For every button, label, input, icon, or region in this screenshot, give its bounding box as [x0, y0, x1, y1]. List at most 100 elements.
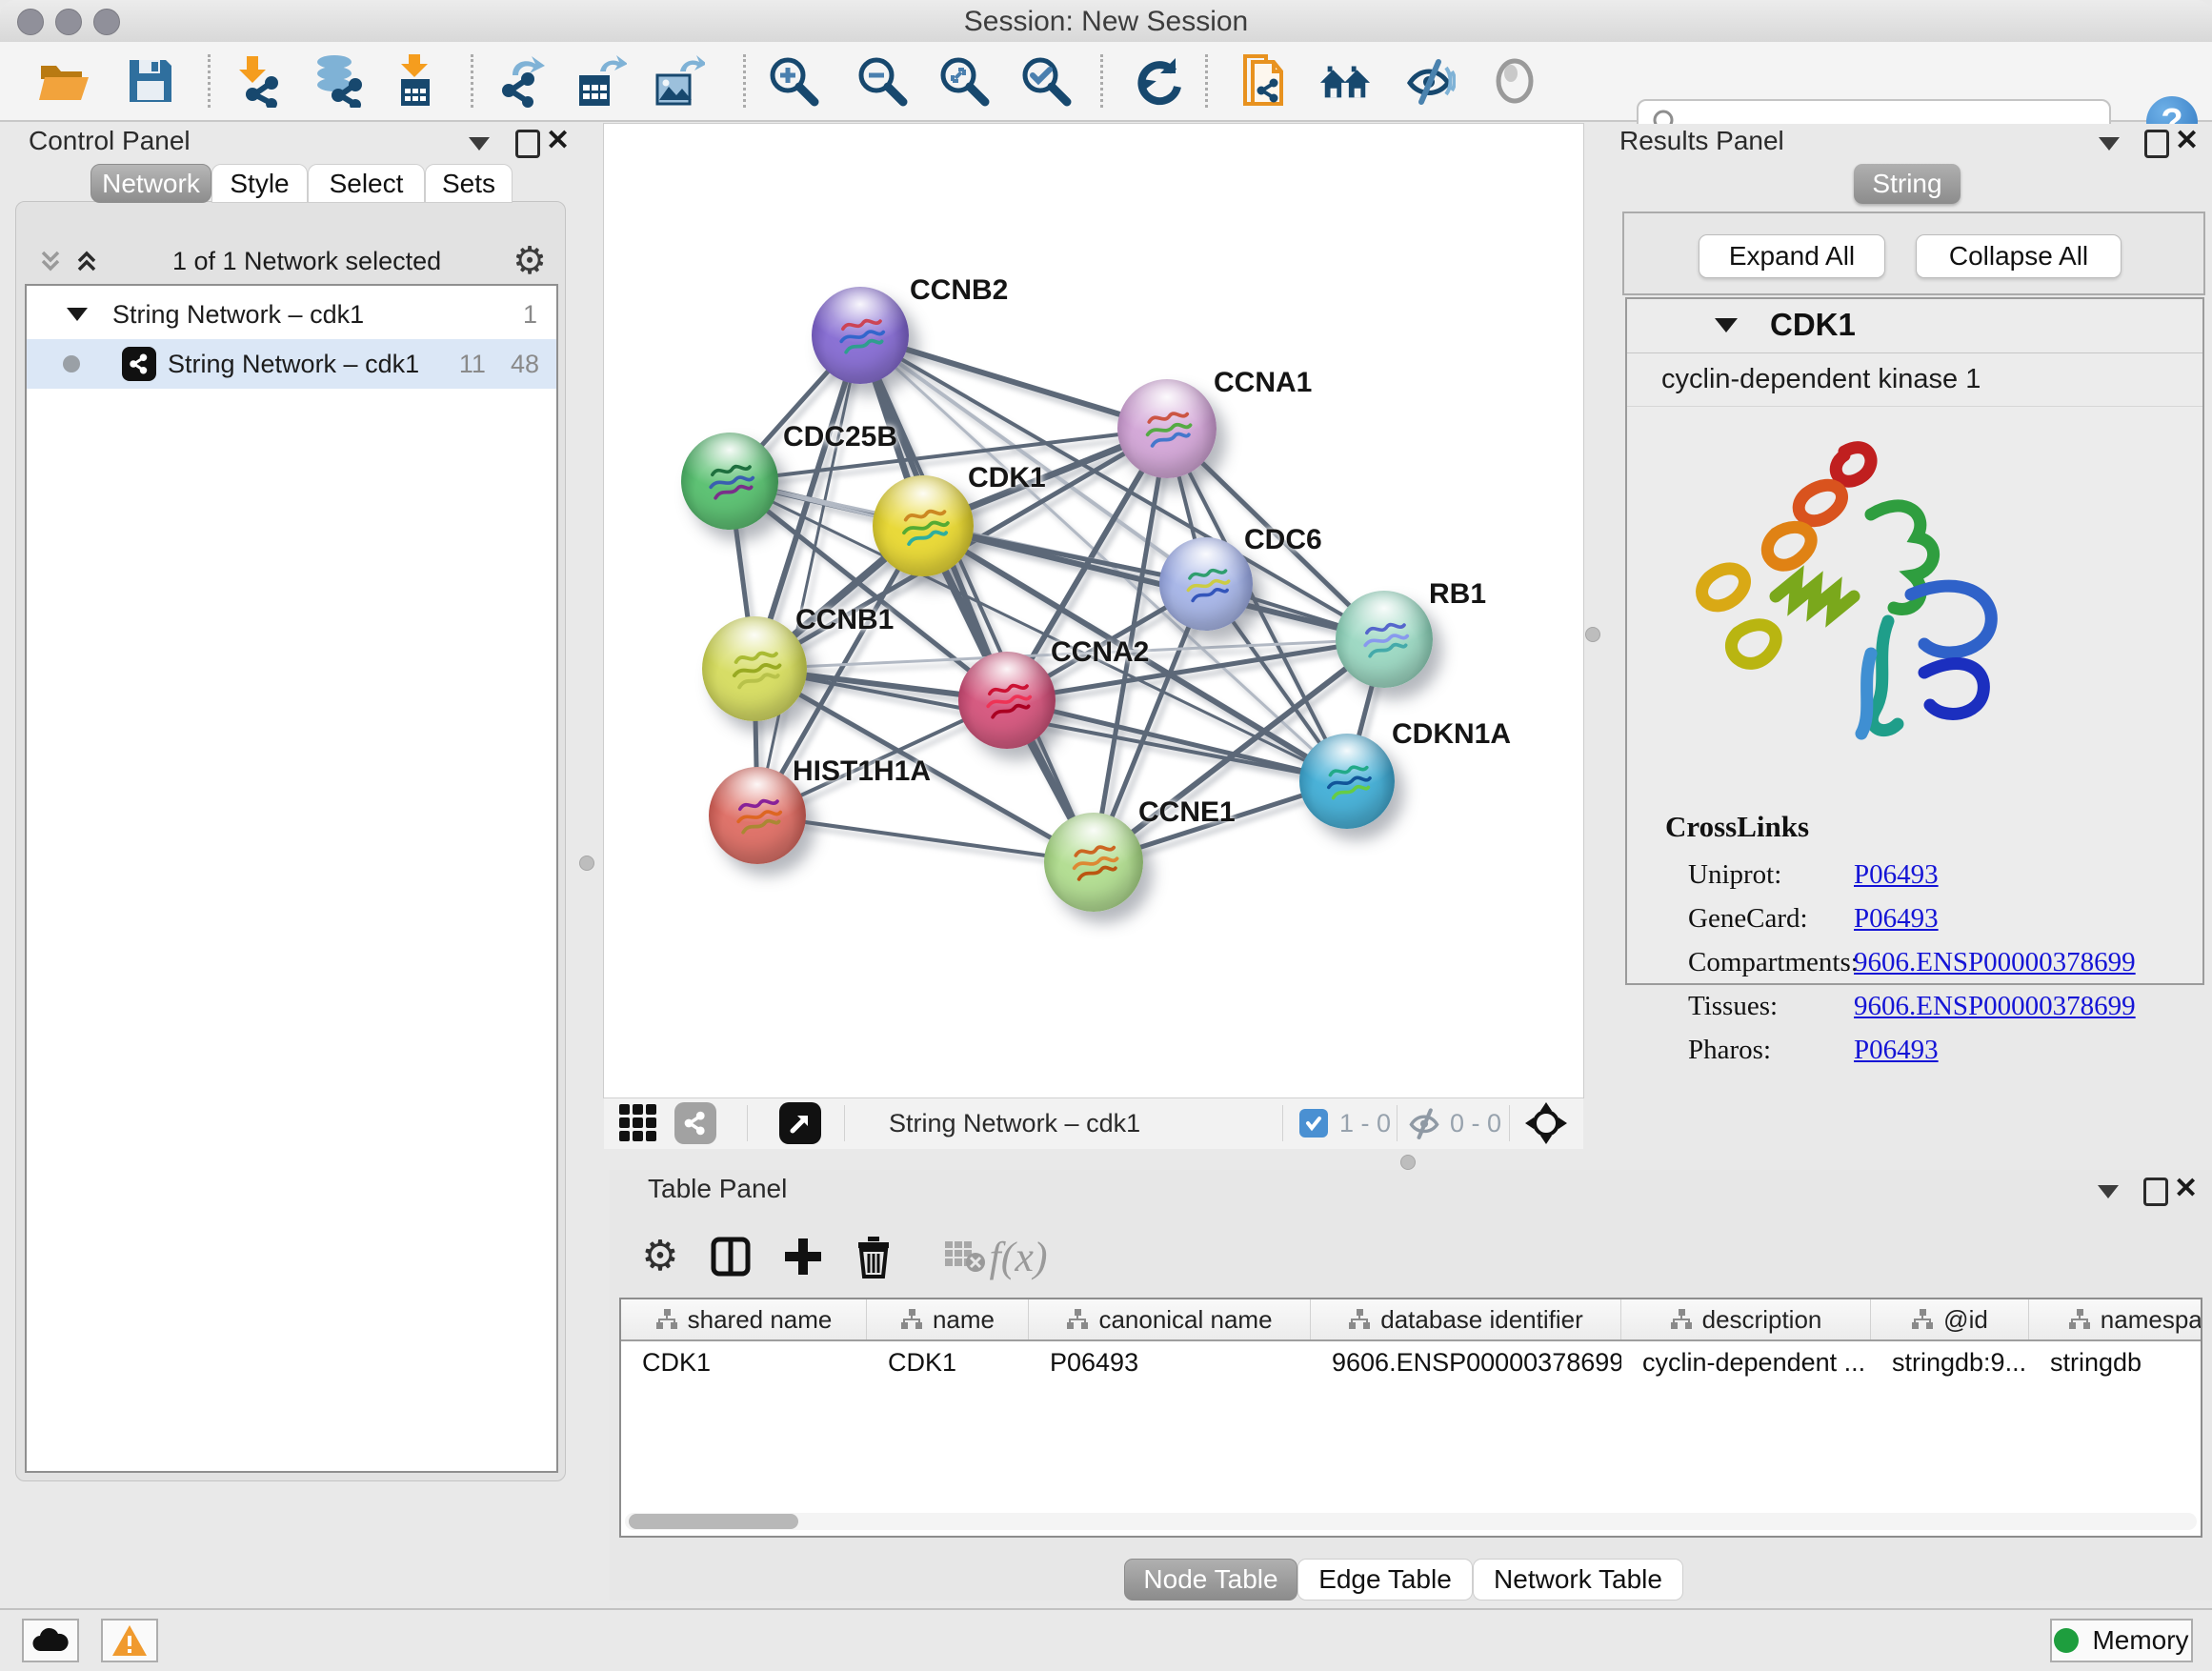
results-panel-menu-caret-icon[interactable] [2099, 137, 2120, 151]
external-arrow-icon [779, 1102, 821, 1144]
refresh-button[interactable] [1132, 54, 1185, 108]
save-session-button[interactable] [124, 54, 177, 108]
show-columns-button[interactable] [707, 1233, 754, 1280]
zoom-selected-icon [1019, 54, 1073, 108]
cloud-status-button[interactable] [22, 1619, 79, 1662]
column-header-canonical-name[interactable]: canonical name [1029, 1299, 1311, 1339]
table-panel-float-icon[interactable] [2143, 1178, 2168, 1206]
network-node-cdk1[interactable] [873, 475, 974, 576]
tab-string[interactable]: String [1854, 164, 1961, 204]
table-settings-button[interactable]: ⚙ [636, 1233, 684, 1280]
zoom-out-button[interactable] [855, 54, 909, 108]
horizontal-splitter-handle[interactable] [1400, 1155, 1416, 1170]
network-node-ccnb1[interactable] [702, 616, 807, 721]
warning-status-button[interactable] [101, 1619, 158, 1662]
tab-network[interactable]: Network [90, 164, 211, 203]
network-node-ccne1[interactable] [1044, 813, 1143, 912]
network-node-cdkn1a[interactable] [1299, 734, 1395, 829]
birdseye-toggle-button[interactable] [1524, 1102, 1568, 1144]
network-canvas[interactable]: CCNB2CCNA1CDC25BCDK1CDC6RB1CCNB1CCNA2CDK… [604, 124, 1583, 1097]
import-table-button[interactable] [388, 54, 441, 108]
node-label-rb1: RB1 [1429, 578, 1486, 611]
control-panel-close-icon[interactable]: ✕ [546, 124, 570, 157]
protein-section-header[interactable]: CDK1 [1627, 299, 2202, 353]
network-view-statusbar: String Network – cdk1 1 - 0 0 - 0 [604, 1097, 1583, 1149]
zoom-fit-button[interactable] [937, 54, 991, 108]
network-row-selected[interactable]: String Network – cdk1 11 48 [27, 339, 556, 389]
column-header-id[interactable]: @id [1871, 1299, 2029, 1339]
expand-all-chevron-icon[interactable] [72, 247, 101, 275]
protein-ribbon-thumb-icon [1169, 547, 1243, 621]
node-table: shared name name canonical name database… [619, 1298, 2202, 1538]
column-type-icon [1670, 1308, 1693, 1331]
results-panel-float-icon[interactable] [2144, 130, 2169, 158]
expand-all-button[interactable]: Expand All [1699, 234, 1885, 278]
collapse-all-chevron-icon[interactable] [36, 247, 65, 275]
memory-button[interactable]: Memory [2050, 1619, 2193, 1662]
table-row[interactable]: CDK1 CDK1 P06493 9606.ENSP00000378699 cy… [621, 1341, 2201, 1383]
network-view-type-button[interactable] [674, 1102, 716, 1144]
table-panel-close-icon[interactable]: ✕ [2174, 1172, 2198, 1205]
table-panel-menu-caret-icon[interactable] [2098, 1185, 2119, 1198]
detach-view-button[interactable] [779, 1102, 821, 1144]
control-panel-menu-caret-icon[interactable] [469, 137, 490, 151]
network-node-rb1[interactable] [1336, 591, 1433, 688]
network-node-ccna2[interactable] [958, 652, 1056, 749]
open-session-button[interactable] [37, 54, 90, 108]
create-column-button[interactable] [779, 1233, 827, 1280]
tab-style[interactable]: Style [211, 164, 308, 203]
network-node-ccnb2[interactable] [812, 287, 909, 384]
protein-section: CDK1 cyclin-dependent kinase 1 CrossLink… [1625, 297, 2204, 985]
tab-edge-table[interactable]: Edge Table [1297, 1559, 1473, 1601]
column-header-shared-name[interactable]: shared name [621, 1299, 867, 1339]
export-table-button[interactable] [573, 54, 627, 108]
collapse-all-button[interactable]: Collapse All [1916, 234, 2122, 278]
tab-node-table[interactable]: Node Table [1124, 1559, 1297, 1601]
delete-table-button[interactable] [941, 1233, 989, 1280]
share-document-button[interactable] [1237, 54, 1291, 108]
import-network-button[interactable] [230, 54, 283, 108]
grid-view-button[interactable] [617, 1102, 659, 1144]
uniprot-link[interactable]: P06493 [1854, 859, 1939, 891]
eye-icon [1488, 54, 1541, 108]
results-panel-close-icon[interactable]: ✕ [2175, 124, 2199, 157]
tab-network-table[interactable]: Network Table [1473, 1559, 1683, 1601]
export-network-button[interactable] [495, 54, 549, 108]
delete-column-button[interactable] [850, 1233, 897, 1280]
control-panel-float-icon[interactable] [515, 130, 540, 158]
selected-checkbox[interactable] [1299, 1102, 1328, 1144]
zoom-in-button[interactable] [767, 54, 820, 108]
function-builder-button[interactable]: f(x) [995, 1233, 1042, 1280]
tree-expand-caret-icon[interactable] [67, 308, 88, 321]
network-node-hist1h1a[interactable] [709, 767, 806, 864]
home-button[interactable] [1318, 54, 1372, 108]
network-node-ccna1[interactable] [1117, 379, 1217, 478]
network-collection-row[interactable]: String Network – cdk1 1 [27, 290, 556, 339]
import-network-from-database-button[interactable] [312, 54, 365, 108]
network-node-cdc25b[interactable] [681, 433, 778, 530]
column-header-namespace[interactable]: namespace [2029, 1299, 2202, 1339]
column-header-name[interactable]: name [867, 1299, 1029, 1339]
column-header-database-identifier[interactable]: database identifier [1311, 1299, 1621, 1339]
crosshair-icon [1524, 1101, 1568, 1145]
hidden-elements-button[interactable] [1406, 1102, 1442, 1144]
column-header-description[interactable]: description [1621, 1299, 1871, 1339]
right-splitter-handle[interactable] [1585, 627, 1600, 642]
tab-select[interactable]: Select [308, 164, 425, 203]
eye-button[interactable] [1488, 54, 1541, 108]
compartments-link[interactable]: 9606.ENSP00000378699 [1854, 947, 2136, 978]
network-node-cdc6[interactable] [1159, 537, 1253, 631]
left-splitter-handle[interactable] [579, 856, 594, 871]
pharos-link[interactable]: P06493 [1854, 1035, 1939, 1066]
horizontal-scrollbar-thumb[interactable] [629, 1514, 798, 1529]
table-header-row: shared name name canonical name database… [621, 1299, 2201, 1341]
show-hide-graphics-button[interactable] [1402, 54, 1456, 108]
export-image-button[interactable] [652, 54, 705, 108]
network-node-count: 11 [459, 350, 486, 379]
tab-sets[interactable]: Sets [425, 164, 513, 203]
section-collapse-caret-icon[interactable] [1715, 318, 1738, 332]
zoom-selected-button[interactable] [1019, 54, 1073, 108]
tissues-link[interactable]: 9606.ENSP00000378699 [1854, 991, 2136, 1022]
gear-icon[interactable]: ⚙ [513, 242, 547, 280]
genecard-link[interactable]: P06493 [1854, 903, 1939, 935]
